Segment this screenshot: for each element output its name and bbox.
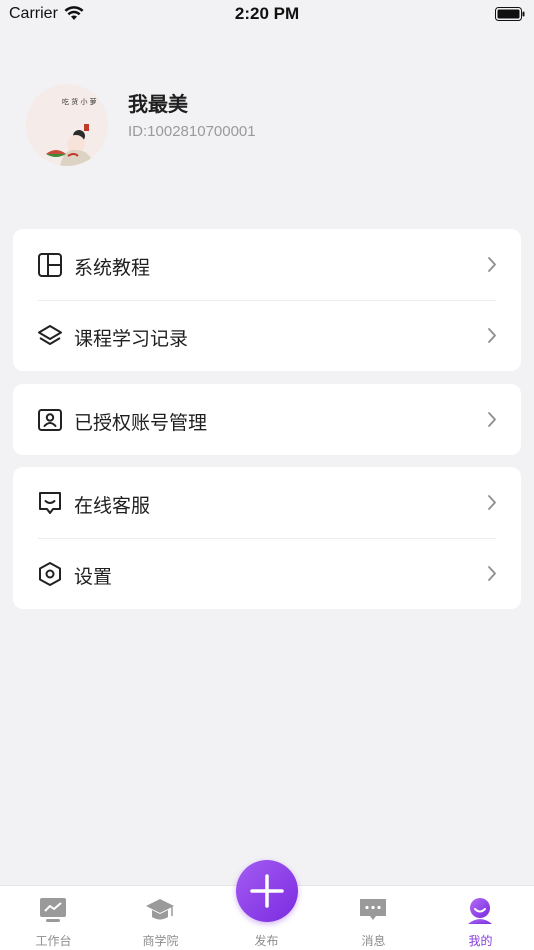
hexagon-settings-icon: [39, 562, 61, 586]
chevron-right-icon: [488, 257, 496, 272]
menu-item-label: 已授权账号管理: [74, 412, 208, 434]
layout-icon: [38, 253, 62, 277]
menu-item-label: 设置: [74, 566, 113, 588]
menu-card-support: 在线客服 设置: [13, 467, 521, 609]
status-bar: Carrier 2:20 PM: [0, 0, 534, 28]
tab-workbench[interactable]: 工作台: [0, 886, 107, 950]
layers-icon: [38, 325, 62, 345]
avatar-illustration: 吃 货 小 萝: [26, 84, 108, 166]
message-icon: [360, 899, 386, 920]
tab-label: 消息: [361, 934, 386, 948]
menu-item-label: 课程学习记录: [74, 328, 189, 350]
tab-mine[interactable]: 我的: [427, 886, 534, 950]
profile-header[interactable]: 吃 货 小 萝 我最美 ID:1002810700001: [0, 80, 534, 172]
plus-icon: [250, 874, 284, 908]
svg-text:吃 货 小 萝: 吃 货 小 萝: [62, 97, 97, 106]
tab-label: 工作台: [35, 934, 72, 948]
graduation-cap-icon: [146, 899, 174, 920]
menu-item-course-record[interactable]: 课程学习记录: [13, 300, 521, 371]
tab-business-school[interactable]: 商学院: [107, 886, 214, 950]
chevron-right-icon: [488, 495, 496, 510]
menu-card-account: 已授权账号管理: [13, 384, 521, 455]
chevron-right-icon: [488, 566, 496, 581]
menu-item-online-service[interactable]: 在线客服: [13, 467, 521, 538]
menu-item-label: 系统教程: [74, 257, 151, 279]
clock: 2:20 PM: [234, 4, 300, 23]
avatar[interactable]: 吃 货 小 萝: [26, 84, 108, 166]
nickname: 我最美: [128, 92, 188, 116]
profile-icon: [468, 898, 492, 924]
menu-item-settings[interactable]: 设置: [13, 538, 521, 609]
tab-messages[interactable]: 消息: [320, 886, 427, 950]
publish-button[interactable]: [236, 860, 298, 922]
tab-label: 发布: [254, 934, 279, 948]
menu-item-label: 在线客服: [74, 495, 151, 517]
battery-icon: [495, 7, 525, 21]
menu-card-learning: 系统教程 课程学习记录: [13, 229, 521, 371]
chevron-right-icon: [488, 412, 496, 427]
chat-support-icon: [39, 492, 61, 514]
menu-item-system-tutorial[interactable]: 系统教程: [13, 229, 521, 300]
chevron-right-icon: [488, 328, 496, 343]
user-id: ID:1002810700001: [128, 123, 256, 140]
account-card-icon: [38, 409, 62, 431]
tab-label: 我的: [468, 934, 493, 948]
tab-label: 商学院: [142, 934, 179, 948]
menu-item-authorized-accounts[interactable]: 已授权账号管理: [13, 384, 521, 455]
workbench-icon: [40, 898, 66, 922]
